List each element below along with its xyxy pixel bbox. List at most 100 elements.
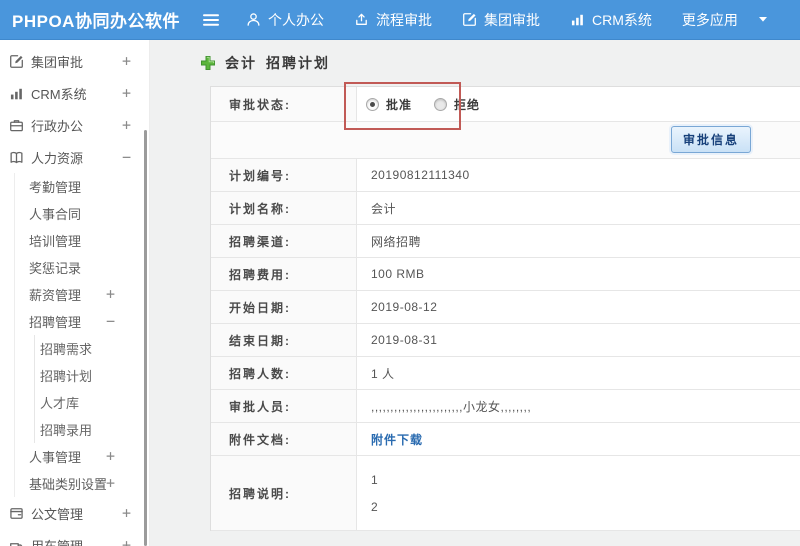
nav-item-workflow-approval[interactable]: 流程审批 xyxy=(354,10,432,30)
sidebar-item-recruitment-plan[interactable]: 招聘计划 xyxy=(35,362,149,389)
attachment-download-link[interactable]: 附件下载 xyxy=(371,431,423,448)
sidebar-scrollbar-thumb[interactable] xyxy=(144,130,147,546)
field-label: 招聘说明: xyxy=(211,456,357,530)
field-label: 审批状态: xyxy=(211,87,357,121)
sidebar-item-hr-contract[interactable]: 人事合同 xyxy=(15,200,149,227)
sidebar-item-attendance-mgmt[interactable]: 考勤管理 xyxy=(15,173,149,200)
form-row-recruit-channel: 招聘渠道: 网络招聘 xyxy=(211,225,800,258)
sidebar-item-talent-pool[interactable]: 人才库 xyxy=(35,389,149,416)
radio-reject-icon[interactable] xyxy=(434,97,448,111)
sidebar-item-salary-mgmt[interactable]: 薪资管理 + xyxy=(15,281,149,308)
topbar: PHPOA协同办公软件 个人办公 流程审批 集团审批 CRM系统 更多应用 xyxy=(0,0,800,40)
field-label: 审批人员: xyxy=(211,390,357,422)
sidebar-item-human-resources[interactable]: 人力资源 − xyxy=(0,141,149,173)
field-label: 招聘费用: xyxy=(211,258,357,290)
doc-icon xyxy=(8,506,25,521)
nav-item-group-approval[interactable]: 集团审批 xyxy=(462,10,540,30)
page-title: 会计 招聘计划 xyxy=(200,53,330,73)
nav-item-label: 更多应用 xyxy=(681,11,738,28)
expand-plus-icon[interactable]: + xyxy=(122,505,131,521)
field-value-cell: 附件下载 xyxy=(357,423,800,455)
radio-option-reject[interactable]: 拒绝 xyxy=(434,96,480,113)
sidebar-submenu: 招聘需求 招聘计划 人才库 招聘录用 xyxy=(34,335,149,443)
form-row-recruit-description: 招聘说明: 1 2 xyxy=(211,456,800,531)
expand-plus-icon[interactable]: + xyxy=(106,449,115,464)
field-value-cell: 1 人 xyxy=(357,357,800,389)
plus-icon xyxy=(200,55,216,71)
caret-down-icon xyxy=(758,16,768,23)
nav-item-crm-system[interactable]: CRM系统 xyxy=(570,10,652,30)
form-row-attachment: 附件文档: 附件下载 xyxy=(211,423,800,456)
field-value-cell: 12 xyxy=(357,456,800,530)
workflow-icon xyxy=(354,12,369,27)
expand-plus-icon[interactable]: + xyxy=(122,85,131,101)
radio-approve-icon[interactable] xyxy=(366,97,379,111)
expand-plus-icon[interactable]: + xyxy=(106,476,115,491)
form-row-approval-status: 审批状态: 批准 拒绝 xyxy=(211,87,800,122)
sidebar-item-label: 奖惩记录 xyxy=(29,261,82,276)
description-line: 2 xyxy=(371,499,379,514)
sidebar-item-label: 公文管理 xyxy=(31,506,84,522)
field-value-cell: 100 RMB xyxy=(357,258,800,290)
sidebar-item-label: 薪资管理 xyxy=(29,288,82,303)
form-row-plan-number: 计划编号: 20190812111340 xyxy=(211,159,800,192)
nav-item-personal-office[interactable]: 个人办公 xyxy=(246,10,324,30)
approval-status-options: 批准 拒绝 xyxy=(357,87,800,121)
field-value: 2019-08-12 xyxy=(371,300,438,314)
field-label: 开始日期: xyxy=(211,291,357,323)
form-row-plan-name: 计划名称: 会计 xyxy=(211,192,800,225)
sidebar-item-admin-office[interactable]: 行政办公 + xyxy=(0,109,149,141)
sidebar-submenu: 考勤管理 人事合同培训管理奖惩记录薪资管理 + 招聘管理 − 招聘需求 招聘计划 人才库 招聘录… xyxy=(14,173,149,497)
approval-info-button[interactable]: 审批信息 xyxy=(671,126,752,153)
form-row-approvers: 审批人员: ,,,,,,,,,,,,,,,,,,,,,,,,小龙女,,,,,,,, xyxy=(211,390,800,423)
sidebar-item-group-approval[interactable]: 集团审批 + xyxy=(0,45,149,77)
collapse-minus-icon[interactable]: − xyxy=(122,149,131,165)
user-icon xyxy=(246,12,261,27)
sidebar-item-document-mgmt[interactable]: 公文管理 + xyxy=(0,497,149,529)
sidebar-item-label: CRM系统 xyxy=(31,86,87,102)
sidebar-item-reward-punishment[interactable]: 奖惩记录 xyxy=(15,254,149,281)
nav-item-label: CRM系统 xyxy=(592,11,652,28)
nav-item-label: 流程审批 xyxy=(376,11,432,28)
sidebar-item-crm-system[interactable]: CRM系统 + xyxy=(0,77,149,109)
field-label: 计划名称: xyxy=(211,192,357,224)
field-label: 附件文档: xyxy=(211,423,357,455)
field-label: 计划编号: xyxy=(211,159,357,191)
field-value: 网络招聘 xyxy=(371,234,422,249)
radio-option-approve[interactable]: 批准 xyxy=(366,96,412,113)
collapse-minus-icon[interactable]: − xyxy=(106,314,115,329)
expand-plus-icon[interactable]: + xyxy=(122,53,131,69)
sidebar-item-vehicle-mgmt[interactable]: 用车管理 + xyxy=(0,529,149,546)
app-title: PHPOA协同办公软件 xyxy=(12,12,180,31)
sidebar-item-basic-category-settings[interactable]: 基础类别设置 + xyxy=(15,470,149,497)
sidebar-item-training-mgmt[interactable]: 培训管理 xyxy=(15,227,149,254)
field-value-cell: 会计 xyxy=(357,192,800,224)
edit-icon xyxy=(8,54,25,69)
approval-form: 审批状态: 批准 拒绝 审批信息 计划编号: 20190812111340 计划名称… xyxy=(210,86,800,531)
form-row-start-date: 开始日期: 2019-08-12 xyxy=(211,291,800,324)
expand-plus-icon[interactable]: + xyxy=(122,117,131,133)
sidebar-item-personnel-mgmt[interactable]: 人事管理 + xyxy=(15,443,149,470)
sidebar-item-recruitment-mgmt[interactable]: 招聘管理 − xyxy=(15,308,149,335)
field-value-cell: ,,,,,,,,,,,,,,,,,,,,,,,,小龙女,,,,,,,, xyxy=(357,390,800,422)
book-icon xyxy=(8,150,25,165)
expand-plus-icon[interactable]: + xyxy=(106,287,115,302)
description-line: 1 xyxy=(371,472,379,487)
field-value: 20190812111340 xyxy=(371,168,470,182)
sidebar-item-label: 集团审批 xyxy=(31,54,84,70)
sidebar-item-recruitment-hiring[interactable]: 招聘录用 xyxy=(35,416,149,443)
sidebar-item-label: 人事管理 xyxy=(29,450,82,465)
sidebar-menu: 集团审批 + CRM系统 + 行政办公 + 人力资源 − 考勤管理 人事合同 培训管理 奖惩记录 薪资管… xyxy=(0,40,149,546)
form-row-recruit-count: 招聘人数: 1 人 xyxy=(211,357,800,390)
field-value: 1 人 xyxy=(371,366,395,381)
menu-icon[interactable] xyxy=(202,13,220,27)
field-value-cell: 2019-08-12 xyxy=(357,291,800,323)
nav-item-more-apps[interactable]: 更多应用 xyxy=(682,10,768,30)
sidebar-item-label: 培训管理 xyxy=(29,234,82,249)
sidebar-item-label: 行政办公 xyxy=(31,118,84,134)
expand-plus-icon[interactable]: + xyxy=(122,537,131,546)
sidebar-item-label: 人力资源 xyxy=(31,150,84,166)
field-value-cell: 20190812111340 xyxy=(357,159,800,191)
nav-item-label: 集团审批 xyxy=(484,11,540,28)
sidebar-item-recruitment-demand[interactable]: 招聘需求 xyxy=(35,335,149,362)
